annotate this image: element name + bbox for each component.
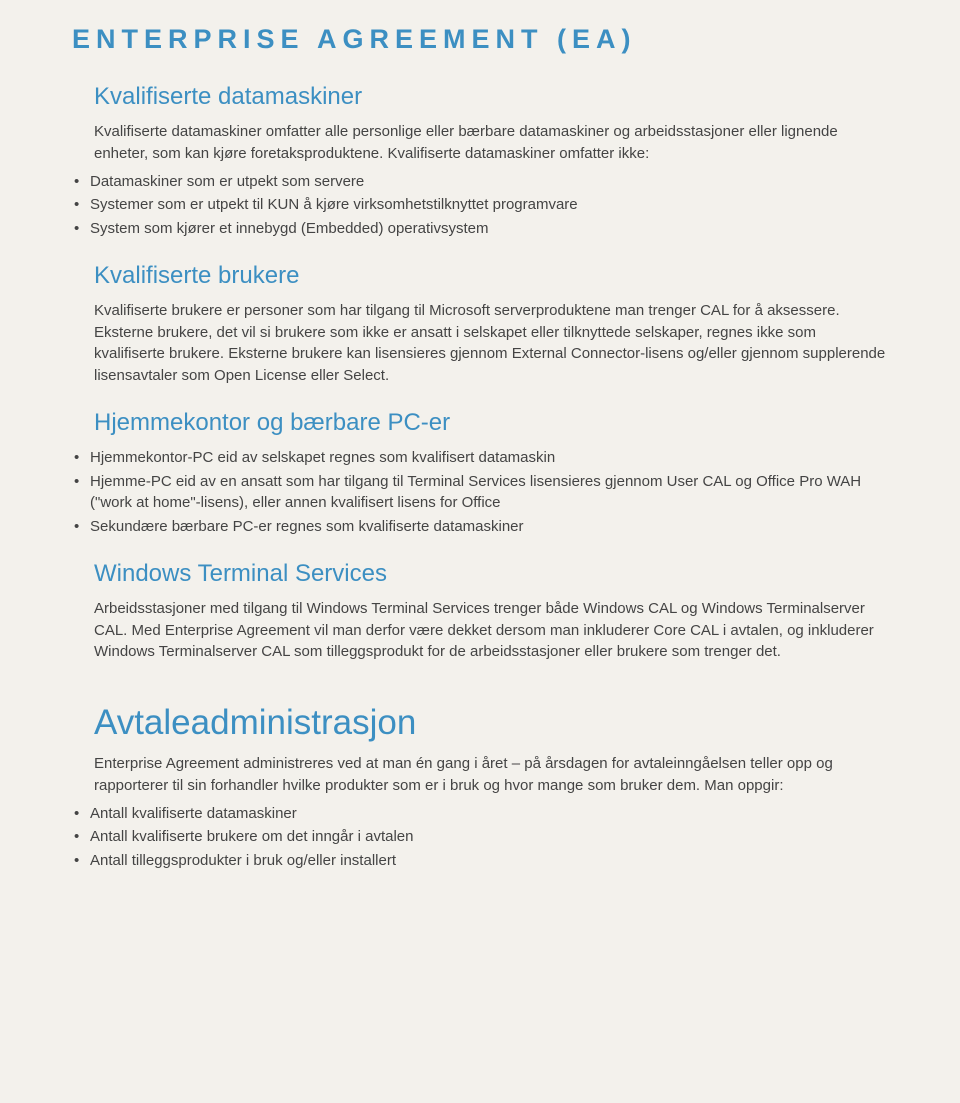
list-item: Hjemmekontor-PC eid av selskapet regnes … xyxy=(72,447,888,469)
heading-avtaleadministrasjon: Avtaleadministrasjon xyxy=(72,703,888,743)
section5-bullets: Antall kvalifiserte datamaskiner Antall … xyxy=(72,803,888,872)
list-item: Datamaskiner som er utpekt som servere xyxy=(72,171,888,193)
section3-bullets: Hjemmekontor-PC eid av selskapet regnes … xyxy=(72,447,888,538)
page-container: ENTERPRISE AGREEMENT (EA) Kvalifiserte d… xyxy=(0,0,960,1103)
heading-kvalifiserte-datamaskiner: Kvalifiserte datamaskiner xyxy=(72,83,888,111)
heading-hjemmekontor: Hjemmekontor og bærbare PC-er xyxy=(72,409,888,437)
heading-windows-terminal-services: Windows Terminal Services xyxy=(72,560,888,588)
page-title: ENTERPRISE AGREEMENT (EA) xyxy=(72,24,888,55)
section5-paragraph: Enterprise Agreement administreres ved a… xyxy=(72,753,888,797)
list-item: Systemer som er utpekt til KUN å kjøre v… xyxy=(72,194,888,216)
section1-paragraph: Kvalifiserte datamaskiner omfatter alle … xyxy=(72,121,888,165)
list-item: Antall kvalifiserte datamaskiner xyxy=(72,803,888,825)
list-item: Antall tilleggsprodukter i bruk og/eller… xyxy=(72,850,888,872)
section1-bullets: Datamaskiner som er utpekt som servere S… xyxy=(72,171,888,240)
list-item: Sekundære bærbare PC-er regnes som kvali… xyxy=(72,516,888,538)
list-item: Hjemme-PC eid av en ansatt som har tilga… xyxy=(72,471,888,515)
list-item: System som kjører et innebygd (Embedded)… xyxy=(72,218,888,240)
section2-paragraph: Kvalifiserte brukere er personer som har… xyxy=(72,300,888,387)
list-item: Antall kvalifiserte brukere om det inngå… xyxy=(72,826,888,848)
section4-paragraph: Arbeidsstasjoner med tilgang til Windows… xyxy=(72,598,888,663)
heading-kvalifiserte-brukere: Kvalifiserte brukere xyxy=(72,262,888,290)
